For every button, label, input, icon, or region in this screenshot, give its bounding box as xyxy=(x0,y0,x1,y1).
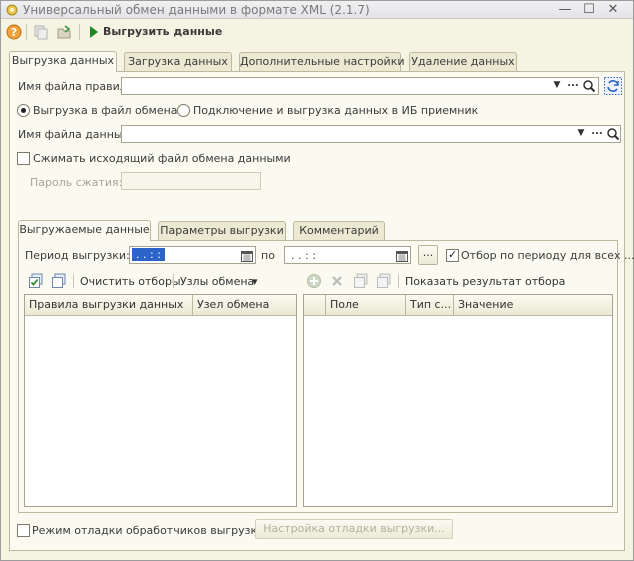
column-export-rules[interactable]: Правила выгрузки данных xyxy=(25,295,193,316)
tab-additional-settings[interactable]: Дополнительные настройки xyxy=(239,52,405,72)
column-value[interactable]: Значение xyxy=(454,295,612,316)
column-comparison-type[interactable]: Тип с... xyxy=(406,295,454,316)
filter-period-checkbox[interactable]: ✓ xyxy=(446,248,459,262)
open-file-icon[interactable] xyxy=(56,24,72,40)
rules-file-input[interactable]: ▼ ... xyxy=(121,77,599,95)
toolbar-separator xyxy=(26,24,27,40)
copy-all-icon xyxy=(377,273,391,288)
toolbar-separator xyxy=(79,24,80,40)
period-from-input[interactable]: . . : : xyxy=(129,246,256,264)
password-input[interactable] xyxy=(121,172,261,190)
main-toolbar: ? Выгрузить данные xyxy=(1,20,633,44)
rules-file-label: Имя файла правил: xyxy=(18,80,131,93)
choice-icon[interactable]: ▼ xyxy=(574,126,588,142)
choice-icon[interactable]: ▼ xyxy=(550,78,564,94)
tab-export[interactable]: Выгрузка данных xyxy=(9,51,117,72)
toolbar-separator xyxy=(398,274,399,288)
radio-export-to-file[interactable] xyxy=(17,104,30,117)
help-icon[interactable]: ? xyxy=(6,24,22,40)
refresh-rules-icon[interactable] xyxy=(604,77,622,95)
debug-mode-label: Режим отладки обработчиков выгрузки xyxy=(32,524,265,537)
calendar-icon[interactable] xyxy=(240,248,254,264)
radio-export-to-ib[interactable] xyxy=(177,104,190,117)
compress-checkbox[interactable] xyxy=(17,152,30,165)
filter-grid[interactable]: Поле Тип с... Значение xyxy=(303,294,613,507)
chevron-down-icon[interactable]: ▾ xyxy=(252,275,258,288)
calendar-icon[interactable] xyxy=(395,248,409,264)
title-bar: Универсальный обмен данными в формате XM… xyxy=(1,1,633,19)
main-window: Универсальный обмен данными в формате XM… xyxy=(0,0,634,561)
export-data-label: Выгрузить данные xyxy=(103,25,223,38)
password-label: Пароль сжатия: xyxy=(30,176,123,189)
toolbar-separator xyxy=(73,274,74,288)
period-to-label: по xyxy=(261,249,275,262)
tab-delete-data[interactable]: Удаление данных xyxy=(409,52,517,72)
delete-icon xyxy=(332,276,342,286)
toolbar-separator xyxy=(173,274,174,288)
svg-text:?: ? xyxy=(11,26,17,39)
period-to-input[interactable]: . . : : xyxy=(284,246,411,264)
copy-icon xyxy=(354,273,368,288)
radio-export-to-ib-label: Подключение и выгрузка данных в ИБ прием… xyxy=(193,104,479,117)
debug-mode-checkbox[interactable] xyxy=(17,524,30,537)
subtab-comment[interactable]: Комментарий xyxy=(293,221,385,241)
minimize-button[interactable]: — xyxy=(557,2,573,18)
play-icon xyxy=(90,26,98,38)
filter-grid-header: Поле Тип с... Значение xyxy=(304,295,612,316)
data-file-label: Имя файла данных: xyxy=(18,128,133,141)
period-select-button[interactable]: ... xyxy=(418,245,438,265)
close-button[interactable]: ✕ xyxy=(605,2,621,18)
add-icon xyxy=(307,274,321,288)
exchange-nodes-menu[interactable]: Узлы обмена xyxy=(180,275,254,288)
subtab-exported-data[interactable]: Выгружаемые данные xyxy=(18,220,151,241)
debug-settings-button[interactable]: Настройка отладки выгрузки... xyxy=(255,519,453,539)
data-file-input[interactable]: ▼ ... xyxy=(121,125,621,143)
select-file-button[interactable]: ... xyxy=(566,79,580,95)
copy-icon[interactable] xyxy=(33,24,49,40)
radio-export-to-file-label: Выгрузка в файл обмена xyxy=(33,104,178,117)
filter-period-label: Отбор по периоду для всех ... xyxy=(461,249,634,262)
export-rules-grid-header: Правила выгрузки данных Узел обмена xyxy=(25,295,296,316)
column-exchange-node[interactable]: Узел обмена xyxy=(193,295,296,316)
app-gear-icon xyxy=(6,4,18,16)
window-title: Универсальный обмен данными в формате XM… xyxy=(23,3,370,17)
tab-import[interactable]: Загрузка данных xyxy=(124,52,232,72)
export-rules-grid[interactable]: Правила выгрузки данных Узел обмена xyxy=(24,294,297,507)
subtab-export-params[interactable]: Параметры выгрузки xyxy=(158,221,286,241)
column-field[interactable]: Поле xyxy=(326,295,406,316)
uncheck-all-icon[interactable] xyxy=(51,273,67,289)
clear-filters-button[interactable]: Очистить отборы xyxy=(80,275,181,288)
maximize-button[interactable]: ☐ xyxy=(581,2,597,18)
show-filter-result-button[interactable]: Показать результат отбора xyxy=(405,275,565,288)
select-data-file-button[interactable]: ... xyxy=(590,127,604,143)
period-label: Период выгрузки: xyxy=(25,249,130,262)
column-marker xyxy=(304,295,326,316)
check-all-icon[interactable] xyxy=(28,273,44,289)
search-icon[interactable] xyxy=(606,126,620,142)
search-icon[interactable] xyxy=(582,78,596,94)
compress-label: Сжимать исходящий файл обмена данными xyxy=(33,152,291,165)
